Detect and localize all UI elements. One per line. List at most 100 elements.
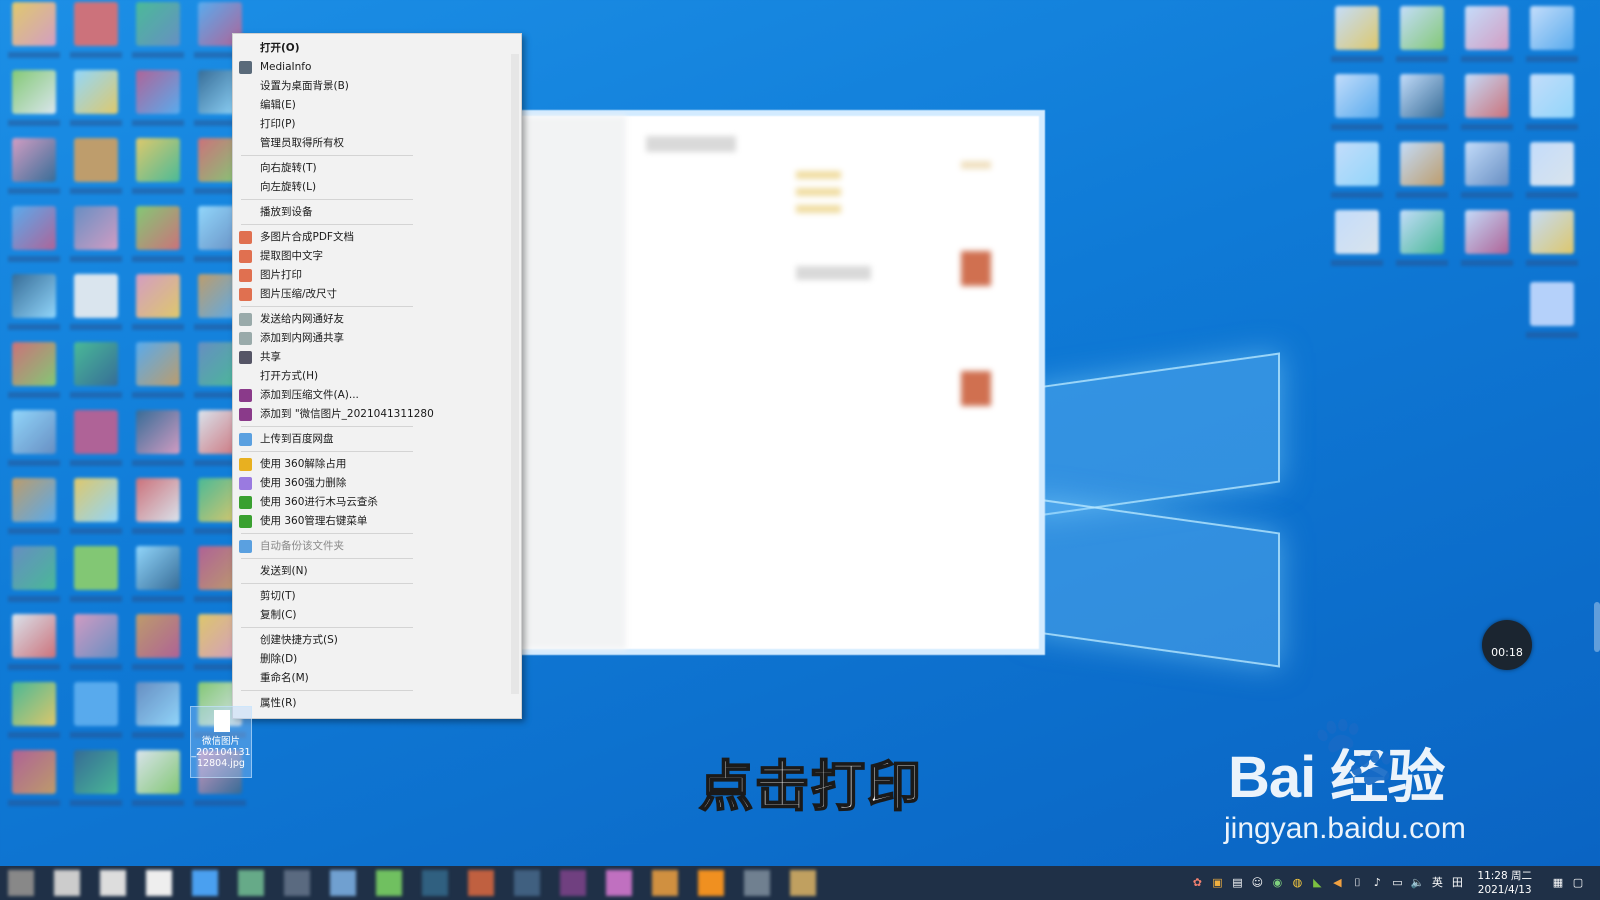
desktop-icon[interactable] bbox=[8, 342, 60, 398]
menu-item[interactable]: 使用 360管理右键菜单 bbox=[233, 512, 521, 531]
desktop-icon[interactable] bbox=[70, 206, 122, 262]
desktop-icon[interactable] bbox=[132, 614, 184, 670]
qq-icon[interactable]: ☺ bbox=[1249, 875, 1265, 891]
desktop-icon[interactable] bbox=[1331, 6, 1383, 62]
desktop-icon[interactable] bbox=[132, 138, 184, 194]
desktop-icon[interactable] bbox=[70, 478, 122, 534]
desktop-icon[interactable] bbox=[132, 342, 184, 398]
desktop-icon[interactable] bbox=[8, 546, 60, 602]
desktop-icon[interactable] bbox=[1526, 210, 1578, 266]
menu-item[interactable]: 使用 360解除占用 bbox=[233, 455, 521, 474]
desktop-icon[interactable] bbox=[70, 410, 122, 466]
desktop-icon[interactable] bbox=[8, 138, 60, 194]
taskbar-app-button[interactable] bbox=[146, 870, 172, 896]
menu-item[interactable]: 设置为桌面背景(B) bbox=[233, 77, 521, 96]
desktop-icon[interactable] bbox=[70, 2, 122, 58]
desktop-icon[interactable] bbox=[70, 342, 122, 398]
desktop-icon[interactable] bbox=[1396, 74, 1448, 130]
taskbar-app-button[interactable] bbox=[790, 870, 816, 896]
menu-item[interactable]: 播放到设备 bbox=[233, 203, 521, 222]
menu-item[interactable]: 使用 360进行木马云查杀 bbox=[233, 493, 521, 512]
desktop-icon[interactable] bbox=[70, 70, 122, 126]
desktop-icon[interactable] bbox=[70, 546, 122, 602]
menu-item[interactable]: 发送到(N) bbox=[233, 562, 521, 581]
tray-app-icon[interactable]: ▤ bbox=[1229, 875, 1245, 891]
microphone-icon[interactable]: ♪ bbox=[1369, 875, 1385, 891]
menu-item[interactable]: 多图片合成PDF文档 bbox=[233, 228, 521, 247]
menu-item[interactable]: 打开(O) bbox=[233, 39, 521, 58]
taskbar-app-button[interactable] bbox=[560, 870, 586, 896]
notification-app-icon[interactable]: ▦ bbox=[1550, 875, 1566, 891]
clock[interactable]: 11:28 周二 2021/4/13 bbox=[1477, 869, 1532, 897]
desktop-icon[interactable] bbox=[1331, 74, 1383, 130]
taskbar-app-button[interactable] bbox=[100, 870, 126, 896]
desktop-icon[interactable] bbox=[132, 70, 184, 126]
menu-item[interactable]: 共享 bbox=[233, 348, 521, 367]
desktop-icon[interactable] bbox=[70, 682, 122, 738]
taskbar-app-button[interactable] bbox=[238, 870, 264, 896]
tray-app-icon[interactable]: ▣ bbox=[1209, 875, 1225, 891]
menu-item[interactable]: 属性(R) bbox=[233, 694, 521, 713]
usb-icon[interactable]: ⌷ bbox=[1349, 875, 1365, 891]
menu-item[interactable]: 向左旋转(L) bbox=[233, 178, 521, 197]
desktop-icon[interactable] bbox=[1526, 74, 1578, 130]
taskbar-app-button[interactable] bbox=[192, 870, 218, 896]
desktop-icon[interactable] bbox=[1396, 6, 1448, 62]
taskbar-app-button[interactable] bbox=[652, 870, 678, 896]
menu-item[interactable]: 上传到百度网盘 bbox=[233, 430, 521, 449]
360-icon[interactable]: ◉ bbox=[1269, 875, 1285, 891]
nvidia-icon[interactable]: ◣ bbox=[1309, 875, 1325, 891]
desktop-icon[interactable] bbox=[132, 206, 184, 262]
menu-item[interactable]: 自动备份该文件夹 bbox=[233, 537, 521, 556]
desktop-icon[interactable] bbox=[1461, 142, 1513, 198]
desktop-icon[interactable] bbox=[8, 206, 60, 262]
ime-indicator[interactable]: 英 bbox=[1429, 875, 1445, 891]
desktop-icon[interactable] bbox=[1461, 210, 1513, 266]
desktop-icon[interactable] bbox=[1396, 142, 1448, 198]
desktop-icon[interactable] bbox=[1526, 6, 1578, 62]
tray-app-icon[interactable]: ✿ bbox=[1189, 875, 1205, 891]
desktop-icon[interactable] bbox=[1396, 210, 1448, 266]
desktop-icon[interactable] bbox=[1331, 142, 1383, 198]
menu-item[interactable]: 删除(D) bbox=[233, 650, 521, 669]
menu-item[interactable]: 复制(C) bbox=[233, 606, 521, 625]
network-icon[interactable]: ▭ bbox=[1389, 875, 1405, 891]
menu-item[interactable]: 添加到内网通共享 bbox=[233, 329, 521, 348]
menu-item[interactable]: MediaInfo bbox=[233, 58, 521, 77]
taskbar-app-button[interactable] bbox=[698, 870, 724, 896]
desktop-icon[interactable] bbox=[8, 410, 60, 466]
menu-item[interactable]: 管理员取得所有权 bbox=[233, 134, 521, 153]
desktop-icon[interactable] bbox=[8, 478, 60, 534]
ime-mode-icon[interactable]: 田 bbox=[1449, 875, 1465, 891]
taskbar-app-button[interactable] bbox=[606, 870, 632, 896]
desktop-icon[interactable] bbox=[1526, 142, 1578, 198]
desktop-icon[interactable] bbox=[132, 274, 184, 330]
menu-item[interactable]: 图片压缩/改尺寸 bbox=[233, 285, 521, 304]
menu-item[interactable]: 剪切(T) bbox=[233, 587, 521, 606]
taskbar-app-button[interactable] bbox=[514, 870, 540, 896]
tray-app-icon[interactable]: ◍ bbox=[1289, 875, 1305, 891]
taskbar-app-button[interactable] bbox=[468, 870, 494, 896]
desktop-icon[interactable] bbox=[8, 70, 60, 126]
volume-icon[interactable]: 🔈 bbox=[1409, 875, 1425, 891]
taskbar-app-button[interactable] bbox=[330, 870, 356, 896]
menu-item[interactable]: 图片打印 bbox=[233, 266, 521, 285]
desktop-icon[interactable] bbox=[8, 614, 60, 670]
taskbar-app-button[interactable] bbox=[422, 870, 448, 896]
tray-app-icon[interactable]: ◀ bbox=[1329, 875, 1345, 891]
menu-item[interactable]: 提取图中文字 bbox=[233, 247, 521, 266]
desktop-icon[interactable] bbox=[1526, 282, 1578, 338]
desktop-icon[interactable] bbox=[132, 682, 184, 738]
menu-item[interactable]: 使用 360强力删除 bbox=[233, 474, 521, 493]
desktop-icon[interactable] bbox=[1331, 210, 1383, 266]
taskbar-app-button[interactable] bbox=[284, 870, 310, 896]
menu-item[interactable]: 打开方式(H) bbox=[233, 367, 521, 386]
taskbar-app-button[interactable] bbox=[376, 870, 402, 896]
desktop-icon[interactable] bbox=[8, 2, 60, 58]
desktop-icon[interactable] bbox=[8, 274, 60, 330]
taskbar-app-button[interactable] bbox=[744, 870, 770, 896]
desktop-icon[interactable] bbox=[70, 138, 122, 194]
taskbar-app-button[interactable] bbox=[8, 870, 34, 896]
menu-item[interactable]: 发送给内网通好友 bbox=[233, 310, 521, 329]
menu-item[interactable]: 编辑(E) bbox=[233, 96, 521, 115]
